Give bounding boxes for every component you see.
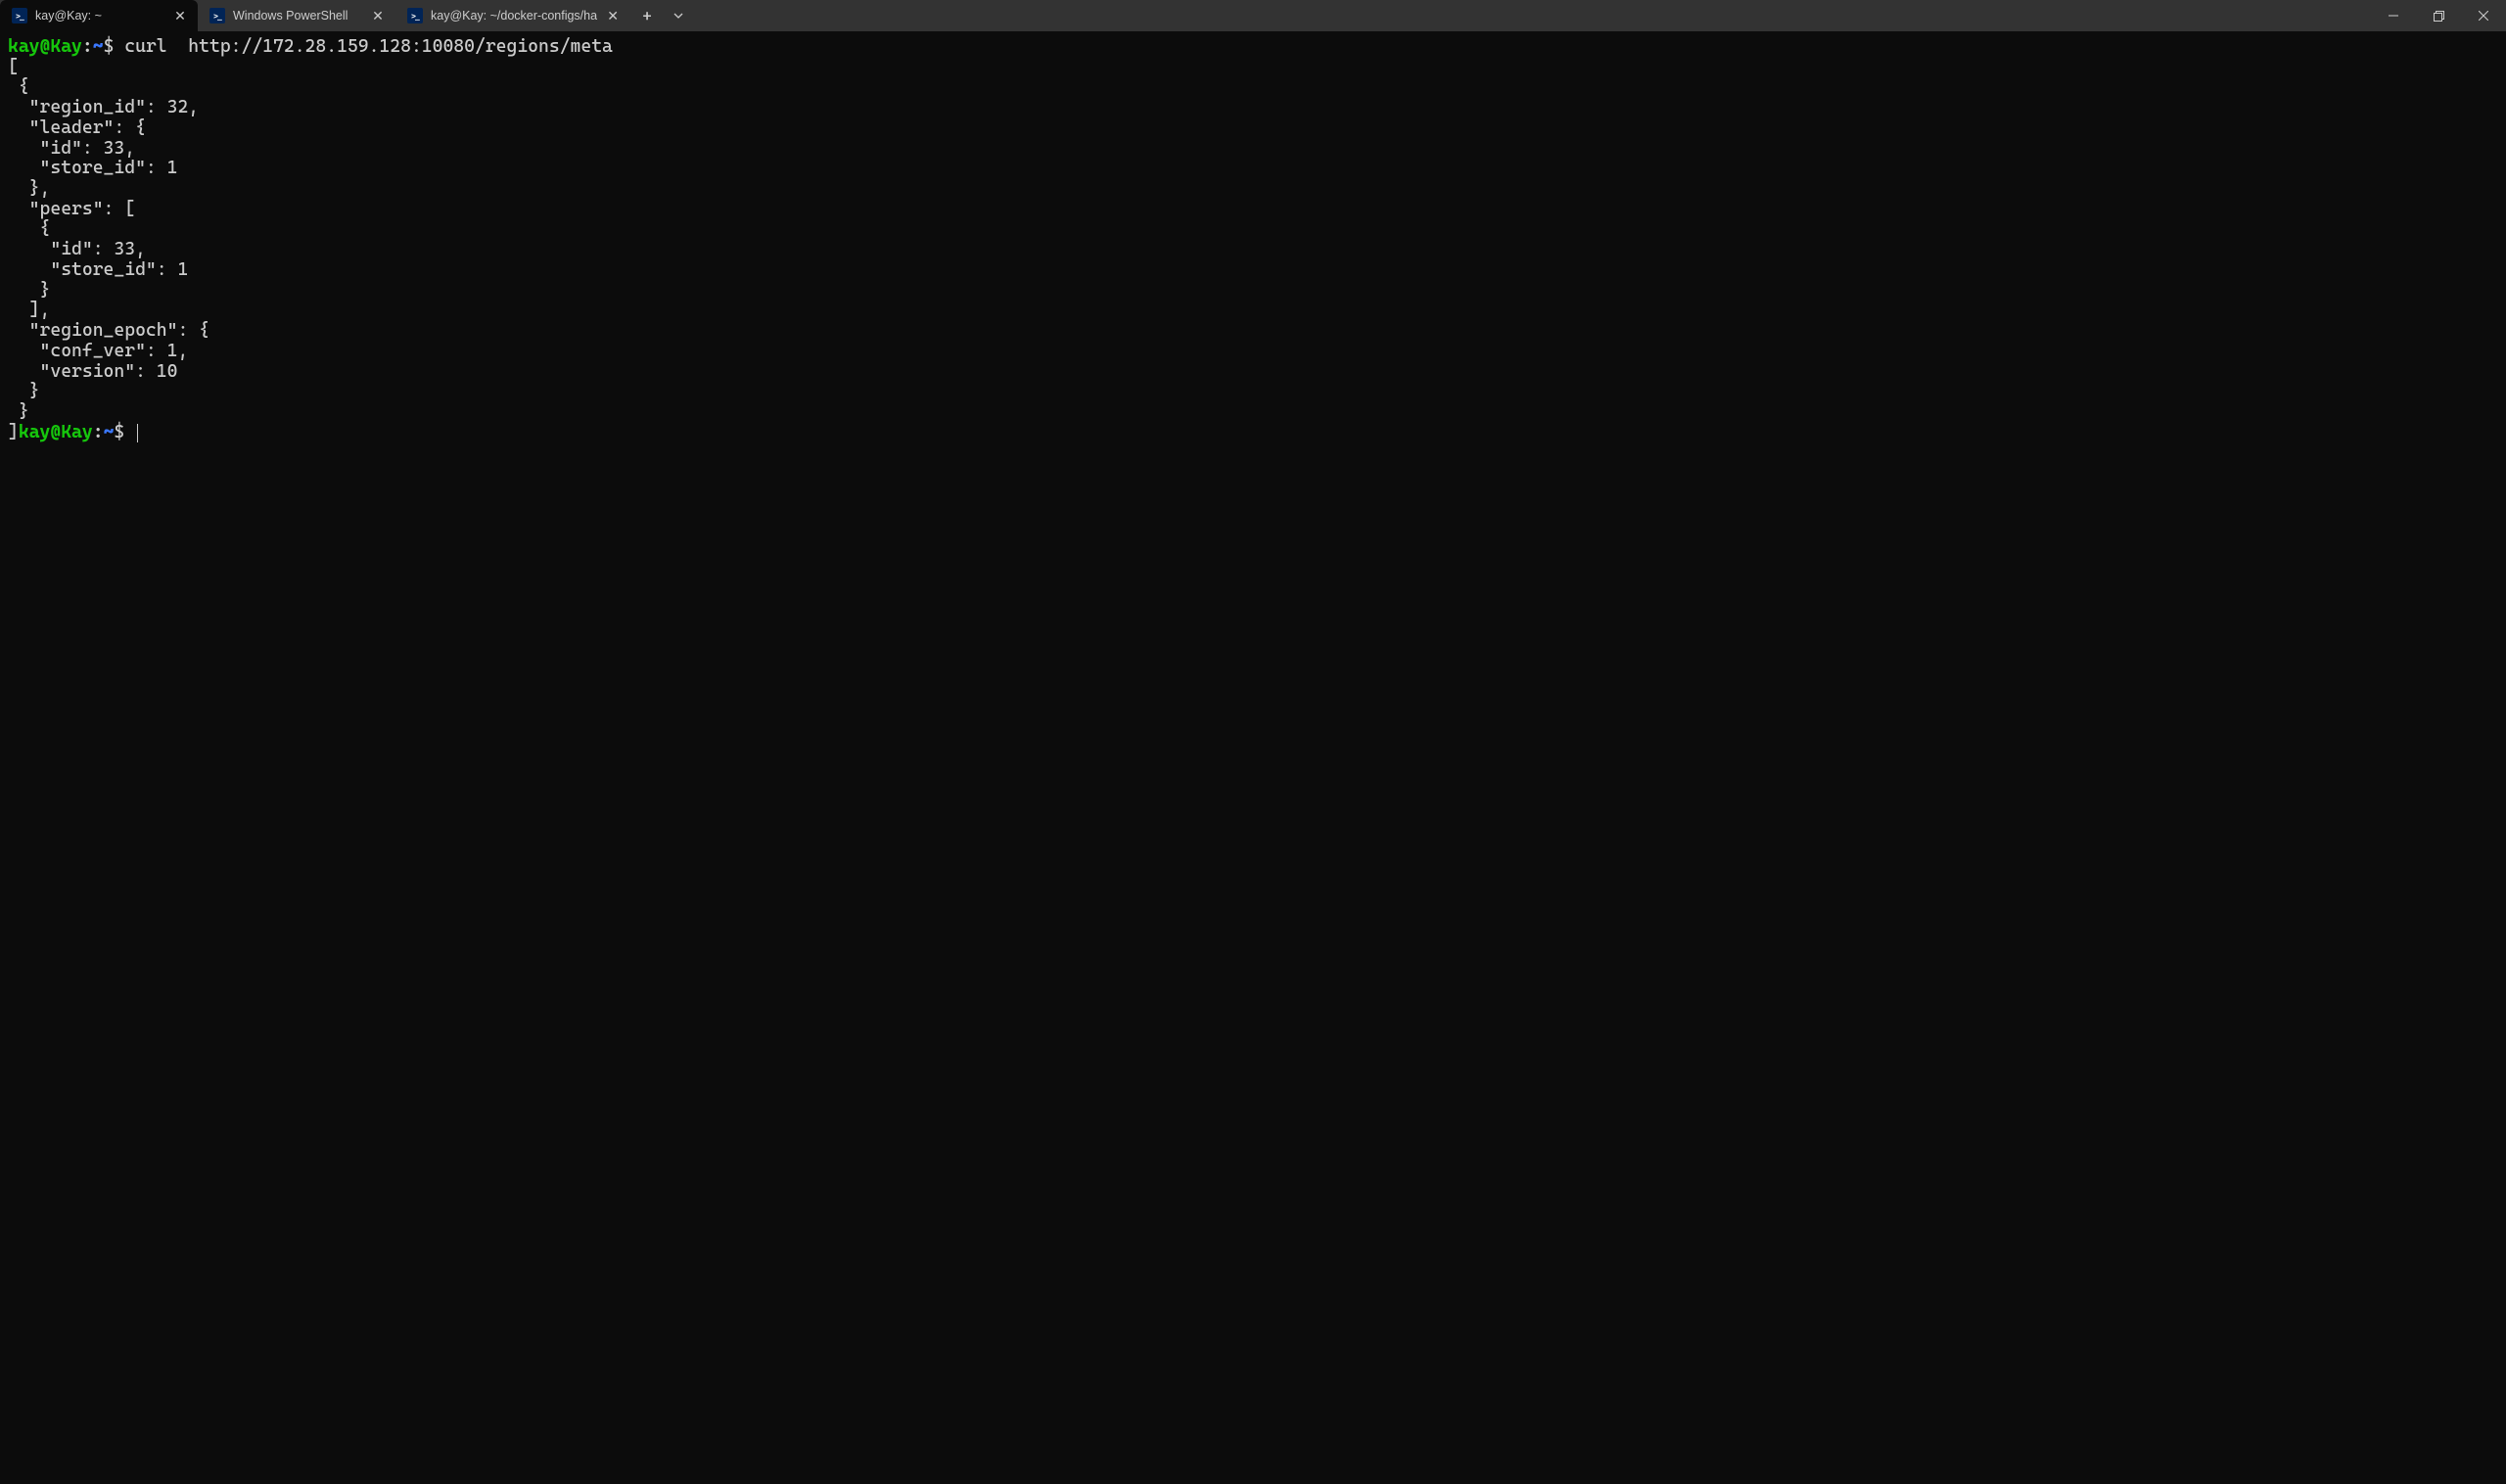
prompt-path: ~ — [93, 36, 104, 57]
new-tab-button[interactable]: + — [630, 0, 664, 31]
tab-2[interactable]: Windows PowerShell ✕ — [198, 0, 395, 31]
command-text: curl http://172.28.159.128:10080/regions… — [124, 36, 613, 57]
prompt-path: ~ — [104, 422, 115, 442]
maximize-icon — [2434, 11, 2444, 22]
window-controls — [2371, 0, 2506, 31]
titlebar-drag-region[interactable] — [693, 0, 2371, 31]
tab-close-button[interactable]: ✕ — [605, 8, 621, 23]
command-output: [ { "region_id": 32, "leader": { "id": 3… — [8, 57, 209, 442]
maximize-button[interactable] — [2416, 0, 2461, 31]
powershell-icon — [12, 8, 27, 23]
terminal-content[interactable]: kay@Kay:~$ curl http://172.28.159.128:10… — [0, 31, 2506, 448]
chevron-down-icon — [673, 13, 683, 19]
powershell-icon — [209, 8, 225, 23]
minimize-icon — [2389, 11, 2398, 21]
tab-3[interactable]: kay@Kay: ~/docker-configs/ha ✕ — [395, 0, 630, 31]
cursor — [137, 424, 138, 442]
tab-1[interactable]: kay@Kay: ~ ✕ — [0, 0, 198, 31]
tab-title: kay@Kay: ~/docker-configs/ha — [431, 9, 597, 23]
close-icon — [2479, 11, 2488, 21]
close-button[interactable] — [2461, 0, 2506, 31]
titlebar: kay@Kay: ~ ✕ Windows PowerShell ✕ kay@Ka… — [0, 0, 2506, 31]
prompt-user: kay@Kay — [8, 36, 82, 57]
minimize-button[interactable] — [2371, 0, 2416, 31]
prompt-colon: : — [93, 422, 104, 442]
prompt-colon: : — [82, 36, 93, 57]
powershell-icon — [407, 8, 423, 23]
tab-strip: kay@Kay: ~ ✕ Windows PowerShell ✕ kay@Ka… — [0, 0, 630, 31]
tab-close-button[interactable]: ✕ — [370, 8, 386, 23]
prompt-user: kay@Kay — [19, 422, 93, 442]
tab-close-button[interactable]: ✕ — [172, 8, 188, 23]
tab-title: kay@Kay: ~ — [35, 9, 164, 23]
prompt-dollar: $ — [104, 36, 115, 57]
tab-dropdown-button[interactable] — [664, 0, 693, 31]
command-text — [114, 36, 124, 57]
tab-title: Windows PowerShell — [233, 9, 362, 23]
prompt-dollar: $ — [114, 422, 124, 442]
